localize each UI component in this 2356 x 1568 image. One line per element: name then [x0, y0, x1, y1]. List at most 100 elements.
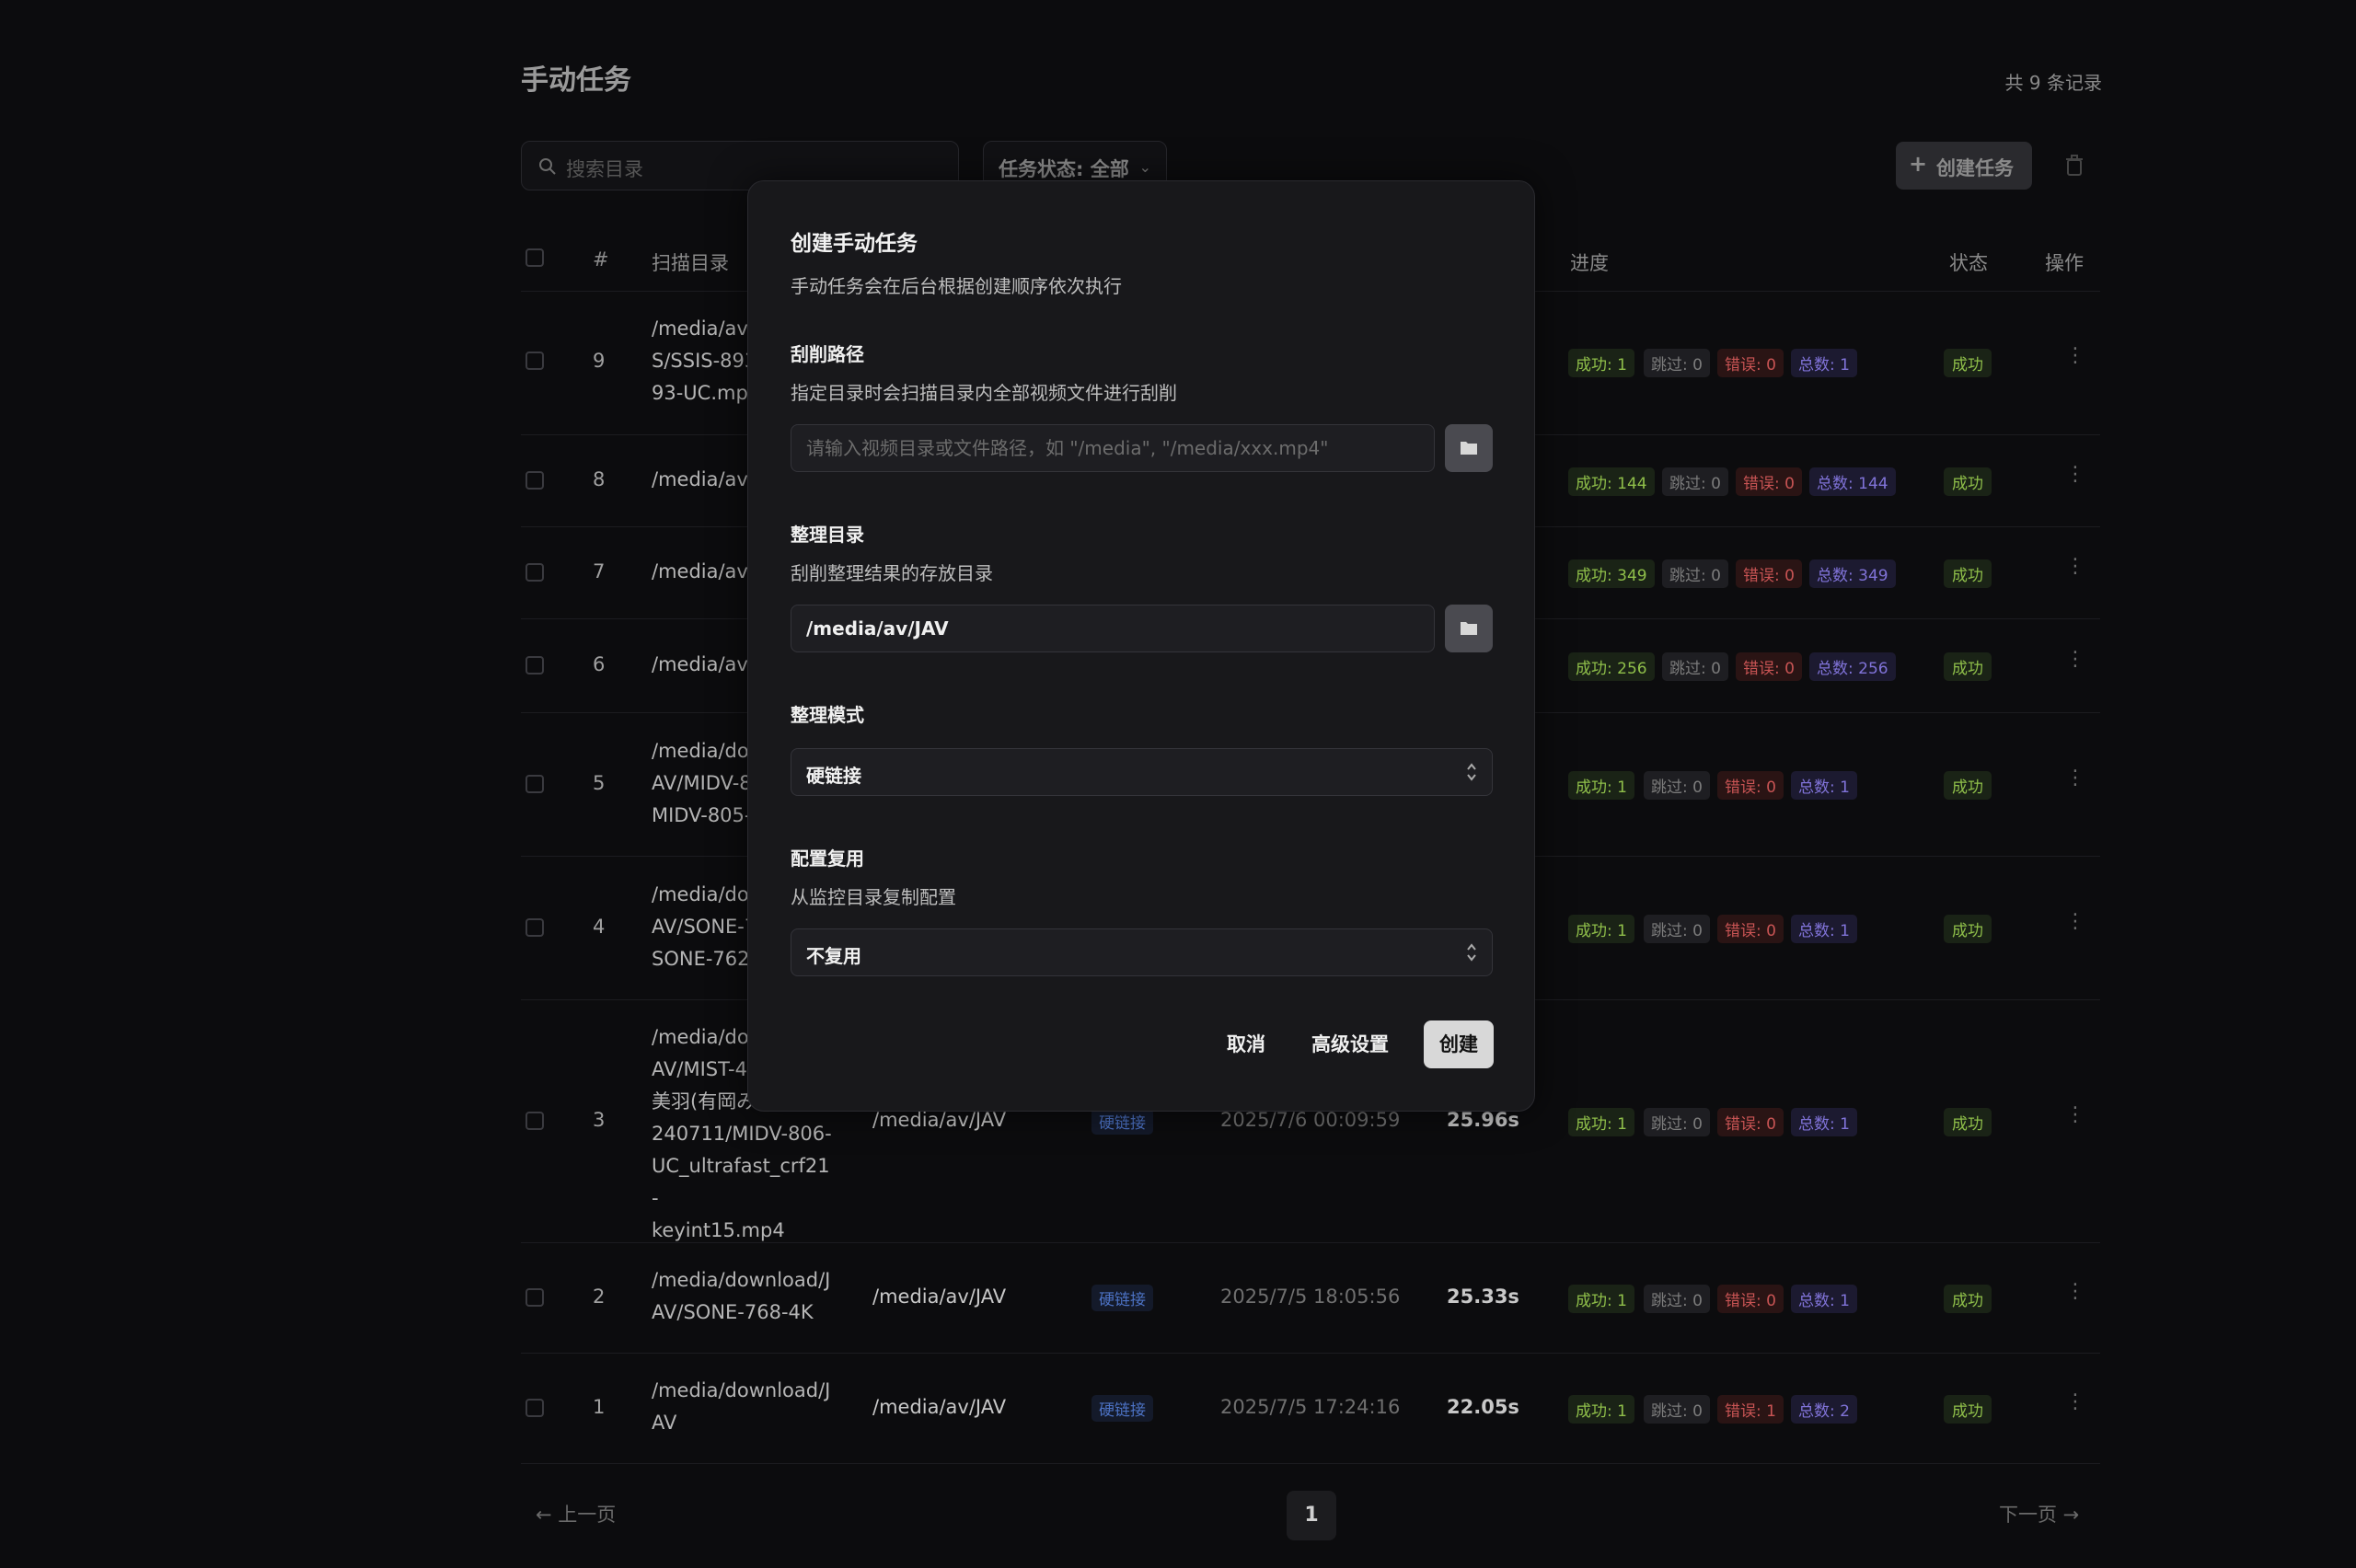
more-actions-icon[interactable]: ⋮ [2065, 648, 2085, 671]
error-badge: 错误: 0 [1717, 1108, 1784, 1136]
row-checkbox[interactable] [525, 1112, 544, 1130]
row-checkbox[interactable] [525, 352, 544, 370]
success-badge: 成功: 1 [1568, 771, 1634, 800]
config-reuse-value: 不复用 [806, 945, 861, 967]
next-page-button[interactable]: 下一页 → [1999, 1500, 2079, 1528]
config-reuse-hint: 从监控目录复制配置 [791, 886, 956, 908]
more-actions-icon[interactable]: ⋮ [2065, 344, 2085, 367]
row-checkbox[interactable] [525, 656, 544, 674]
config-reuse-label: 配置复用 [791, 847, 864, 870]
page-title: 手动任务 [521, 64, 631, 97]
skip-badge: 跳过: 0 [1644, 349, 1710, 377]
success-badge: 成功: 144 [1568, 467, 1655, 496]
status-badge: 成功 [1944, 915, 1992, 943]
create-button[interactable]: 创建 [1424, 1020, 1494, 1068]
error-badge: 错误: 0 [1736, 467, 1802, 496]
scan-dir: /media/download/J AV [652, 1379, 831, 1434]
duration: 22.05s [1447, 1396, 1519, 1418]
created-time: 2025/7/5 17:24:16 [1220, 1396, 1401, 1418]
browse-scrape-path-button[interactable] [1445, 424, 1493, 472]
folder-icon [1461, 442, 1477, 455]
status-badge: 成功 [1944, 349, 1992, 377]
create-task-dialog: 创建手动任务 手动任务会在后台根据创建顺序依次执行 刮削路径 指定目录时会扫描目… [747, 180, 1535, 1112]
scrape-path-input[interactable]: 请输入视频目录或文件路径，如 "/media", "/media/xxx.mp4… [791, 424, 1435, 472]
header-scan-dir: 扫描目录 [652, 252, 729, 274]
total-badge: 总数: 1 [1791, 771, 1857, 800]
row-index: 7 [593, 560, 606, 582]
success-badge: 成功: 256 [1568, 652, 1655, 681]
more-actions-icon[interactable]: ⋮ [2065, 1390, 2085, 1413]
header-action: 操作 [2045, 252, 2084, 274]
organize-mode-value: 硬链接 [806, 765, 861, 787]
scrape-path-hint: 指定目录时会扫描目录内全部视频文件进行刮削 [791, 382, 1177, 404]
updown-chevron-icon [1467, 943, 1476, 962]
row-checkbox[interactable] [525, 918, 544, 937]
total-badge: 总数: 349 [1809, 559, 1896, 588]
cancel-button[interactable]: 取消 [1227, 1020, 1265, 1068]
duration: 25.33s [1447, 1286, 1519, 1308]
row-checkbox[interactable] [525, 471, 544, 490]
error-badge: 错误: 0 [1717, 1285, 1784, 1313]
more-actions-icon[interactable]: ⋮ [2065, 1280, 2085, 1303]
create-task-label: 创建任务 [1936, 157, 2014, 179]
error-badge: 错误: 1 [1717, 1395, 1784, 1424]
trash-icon[interactable] [2065, 155, 2084, 177]
organize-dir-hint: 刮削整理结果的存放目录 [791, 562, 993, 584]
table-row[interactable]: 2 /media/download/J AV/SONE-768-4K /medi… [521, 1242, 2100, 1354]
prev-page-button[interactable]: ← 上一页 [536, 1500, 616, 1528]
dialog-description: 手动任务会在后台根据创建顺序依次执行 [791, 275, 1122, 297]
organize-dir-input[interactable]: /media/av/JAV [791, 605, 1435, 652]
more-actions-icon[interactable]: ⋮ [2065, 463, 2085, 486]
success-badge: 成功: 1 [1568, 1395, 1634, 1424]
error-badge: 错误: 0 [1736, 652, 1802, 681]
status-badge: 成功 [1944, 559, 1992, 588]
status-badge: 成功 [1944, 1285, 1992, 1313]
table-row[interactable]: 1 /media/download/J AV /media/av/JAV 硬链接… [521, 1353, 2100, 1464]
create-task-button[interactable]: + 创建任务 [1896, 142, 2032, 190]
folder-icon [1461, 622, 1477, 635]
row-checkbox[interactable] [525, 775, 544, 793]
skip-badge: 跳过: 0 [1644, 915, 1710, 943]
row-index: 3 [593, 1109, 606, 1131]
header-status: 状态 [1949, 252, 1988, 274]
header-index: # [593, 248, 609, 271]
total-badge: 总数: 256 [1809, 652, 1896, 681]
success-badge: 成功: 1 [1568, 915, 1634, 943]
status-badge: 成功 [1944, 771, 1992, 800]
target-dir: /media/av/JAV [872, 1396, 1007, 1418]
mode-badge: 硬链接 [1091, 1285, 1153, 1311]
error-badge: 错误: 0 [1717, 349, 1784, 377]
row-checkbox[interactable] [525, 1399, 544, 1417]
total-badge: 总数: 1 [1791, 349, 1857, 377]
scrape-path-label: 刮削路径 [791, 343, 864, 365]
mode-badge: 硬链接 [1091, 1108, 1153, 1135]
more-actions-icon[interactable]: ⋮ [2065, 767, 2085, 790]
skip-badge: 跳过: 0 [1662, 652, 1728, 681]
total-badge: 总数: 1 [1791, 1108, 1857, 1136]
error-badge: 错误: 0 [1736, 559, 1802, 588]
config-reuse-select[interactable]: 不复用 [791, 928, 1493, 976]
skip-badge: 跳过: 0 [1662, 467, 1728, 496]
page-number-button[interactable]: 1 [1287, 1491, 1336, 1540]
organize-mode-select[interactable]: 硬链接 [791, 748, 1493, 796]
header-progress: 进度 [1570, 252, 1609, 274]
status-badge: 成功 [1944, 1108, 1992, 1136]
skip-badge: 跳过: 0 [1662, 559, 1728, 588]
status-badge: 成功 [1944, 652, 1992, 681]
row-index: 6 [593, 653, 606, 675]
more-actions-icon[interactable]: ⋮ [2065, 555, 2085, 578]
skip-badge: 跳过: 0 [1644, 1395, 1710, 1424]
search-placeholder: 搜索目录 [566, 158, 643, 180]
total-badge: 总数: 144 [1809, 467, 1896, 496]
row-checkbox[interactable] [525, 563, 544, 582]
advanced-settings-button[interactable]: 高级设置 [1311, 1020, 1389, 1068]
more-actions-icon[interactable]: ⋮ [2065, 1103, 2085, 1126]
skip-badge: 跳过: 0 [1644, 1108, 1710, 1136]
browse-organize-dir-button[interactable] [1445, 605, 1493, 652]
row-index: 1 [593, 1396, 606, 1418]
dialog-title: 创建手动任务 [791, 232, 918, 256]
select-all-checkbox[interactable] [525, 248, 544, 267]
row-checkbox[interactable] [525, 1288, 544, 1307]
skip-badge: 跳过: 0 [1644, 1285, 1710, 1313]
more-actions-icon[interactable]: ⋮ [2065, 910, 2085, 933]
